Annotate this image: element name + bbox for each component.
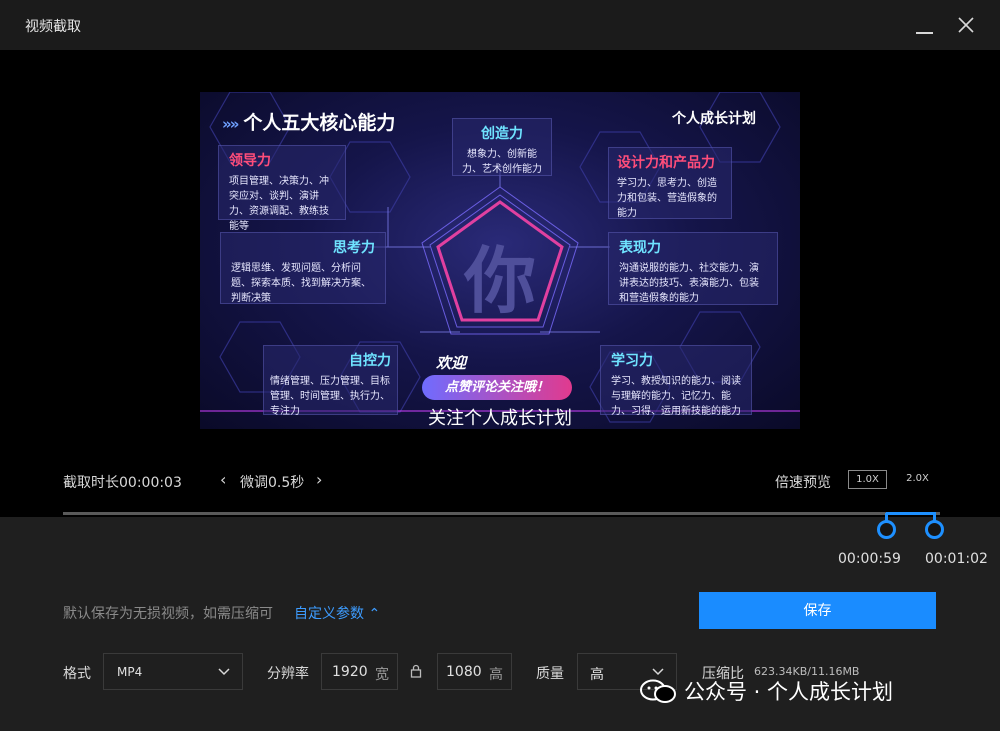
card-leadership: 领导力 项目管理、决策力、冲突应对、谈判、演讲力、资源调配、教练技能等 [218, 145, 346, 232]
height-unit: 高 [489, 667, 503, 683]
card-creativity: 创造力 想象力、创新能力、艺术创作能力 [452, 118, 552, 176]
height-input[interactable]: 1080 高 [437, 653, 512, 690]
video-subtitle: 关注个人成长计划 [428, 408, 572, 429]
welcome-text: 欢迎 [436, 354, 467, 372]
card-expressiveness: 表现力 沟通说服的能力、社交能力、演讲表达的技巧、表演能力、包装和营造假象的能力 [608, 232, 778, 305]
video-heading: »» 个人五大核心能力 [222, 112, 396, 134]
width-unit: 宽 [375, 667, 389, 683]
quality-value: 高 [590, 667, 604, 683]
height-value: 1080 [446, 664, 482, 680]
format-label: 格式 [63, 666, 91, 682]
quality-label: 质量 [536, 666, 564, 682]
format-value: MP4 [117, 665, 143, 679]
close-icon[interactable] [955, 14, 977, 36]
end-handle[interactable] [925, 520, 944, 539]
width-input[interactable]: 1920 宽 [321, 653, 398, 690]
clip-duration-label: 截取时长00:00:03 [63, 475, 182, 491]
window-title: 视频截取 [25, 19, 81, 35]
minimize-icon[interactable] [916, 32, 933, 34]
custom-params-link[interactable]: 自定义参数 ⌃ [294, 603, 380, 623]
chevron-down-icon [652, 668, 664, 676]
timeline-selection [886, 512, 936, 515]
chevron-right-icon[interactable]: › [316, 470, 322, 489]
chevron-up-icon: ⌃ [368, 606, 381, 622]
timeline-track[interactable] [63, 512, 940, 515]
fine-tune-label: 微调0.5秒 [240, 475, 305, 491]
wechat-icon [640, 679, 676, 703]
video-brand: 个人成长计划 [672, 111, 756, 127]
lock-icon[interactable] [410, 664, 422, 678]
speed-2x-button[interactable]: 2.0X [898, 470, 937, 489]
title-bar: 视频截取 [0, 0, 1000, 50]
custom-params-label: 自定义参数 [294, 606, 364, 622]
save-button[interactable]: 保存 [699, 592, 936, 629]
start-handle[interactable] [877, 520, 896, 539]
watermark-text: 公众号 · 个人成长计划 [684, 680, 894, 704]
speed-preview-label: 倍速预览 [775, 475, 831, 491]
format-select[interactable]: MP4 [103, 653, 243, 690]
resolution-label: 分辨率 [267, 666, 309, 682]
card-thinking: 思考力 逻辑思维、发现问题、分析问题、探索本质、找到解决方案、判断决策 [220, 232, 386, 304]
cta-pill: 点赞评论关注哦！ [422, 375, 572, 400]
lossless-hint: 默认保存为无损视频，如需压缩可 [63, 606, 273, 622]
end-time: 00:01:02 [925, 551, 988, 567]
chevron-left-icon[interactable]: ‹ [220, 470, 226, 489]
chevron-down-icon [218, 668, 230, 676]
speed-1x-button[interactable]: 1.0X [848, 470, 887, 489]
video-preview[interactable]: »» 个人五大核心能力 个人成长计划 领导力 项目管理、决策力、冲突应对、谈判、演… [200, 92, 800, 429]
width-value: 1920 [332, 664, 368, 680]
start-time: 00:00:59 [838, 551, 901, 567]
card-design-product: 设计力和产品力 学习力、思考力、创造力和包装、营造假象的能力 [608, 147, 732, 219]
center-character: 你 [463, 238, 536, 323]
